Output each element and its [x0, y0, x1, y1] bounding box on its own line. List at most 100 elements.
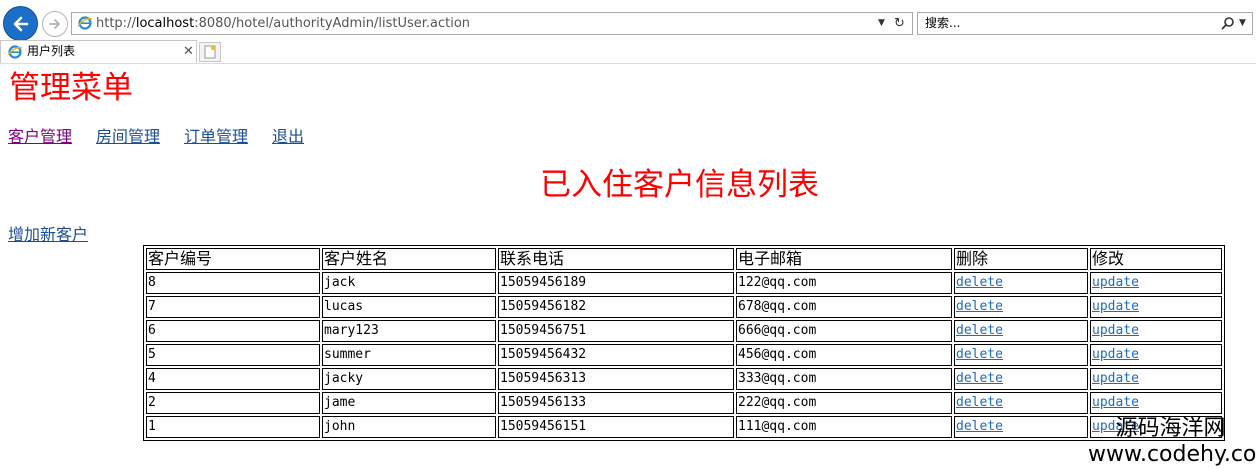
cell-id: 2 [146, 392, 320, 414]
update-cell: update [1090, 320, 1222, 342]
address-bar[interactable]: http://localhost:8080/hotel/authorityAdm… [71, 12, 913, 35]
forward-button[interactable] [42, 11, 68, 37]
watermark-cn: 源码海洋网 [1115, 416, 1226, 441]
delete-link[interactable]: delete [956, 419, 1003, 434]
nav-order-management[interactable]: 订单管理 [184, 127, 248, 147]
update-cell: update [1090, 368, 1222, 390]
cell-email: 333@qq.com [736, 368, 952, 390]
update-cell: update [1090, 272, 1222, 294]
cell-email: 456@qq.com [736, 344, 952, 366]
cell-id: 1 [146, 416, 320, 438]
back-arrow-icon [13, 16, 28, 31]
search-input[interactable]: 搜索... [925, 13, 960, 34]
menu-title: 管理菜单 [9, 70, 133, 106]
delete-link[interactable]: delete [956, 347, 1003, 362]
close-icon[interactable]: ✕ [183, 41, 194, 62]
delete-link[interactable]: delete [956, 275, 1003, 290]
ie-tab-icon [7, 45, 23, 59]
nav-logout[interactable]: 退出 [272, 127, 304, 147]
table-row: 7 lucas 15059456182 678@qq.com delete update [146, 296, 1222, 318]
cell-name: jacky [322, 368, 496, 390]
delete-cell: delete [954, 368, 1088, 390]
address-path: :8080/hotel/authorityAdmin/listUser.acti… [194, 16, 471, 31]
cell-phone: 15059456313 [498, 368, 734, 390]
cell-phone: 15059456751 [498, 320, 734, 342]
new-tab-icon [204, 45, 216, 59]
delete-cell: delete [954, 344, 1088, 366]
watermark-url: www.codehy.com [1088, 442, 1256, 467]
header-phone: 联系电话 [498, 248, 734, 270]
list-title: 已入住客户信息列表 [540, 167, 819, 203]
cell-email: 111@qq.com [736, 416, 952, 438]
cell-id: 6 [146, 320, 320, 342]
delete-cell: delete [954, 296, 1088, 318]
cell-email: 678@qq.com [736, 296, 952, 318]
cell-name: jack [322, 272, 496, 294]
table-body: 8 jack 15059456189 122@qq.com delete update 7 l… [146, 272, 1222, 438]
cell-id: 5 [146, 344, 320, 366]
refresh-icon[interactable]: ↻ [894, 13, 905, 34]
cell-phone: 15059456133 [498, 392, 734, 414]
table-row: 4 jacky 15059456313 333@qq.com delete update [146, 368, 1222, 390]
nav-room-management[interactable]: 房间管理 [96, 127, 160, 147]
search-icon[interactable] [1220, 16, 1235, 31]
cell-id: 4 [146, 368, 320, 390]
cell-phone: 15059456151 [498, 416, 734, 438]
address-host: localhost [135, 16, 195, 31]
header-email: 电子邮箱 [736, 248, 952, 270]
browser-chrome: http://localhost:8080/hotel/authorityAdm… [0, 0, 1256, 64]
table-row: 2 jame 15059456133 222@qq.com delete update [146, 392, 1222, 414]
search-bar[interactable]: 搜索... ▼ [917, 12, 1253, 35]
tab-user-list[interactable]: 用户列表 ✕ [0, 40, 197, 63]
delete-link[interactable]: delete [956, 323, 1003, 338]
update-link[interactable]: update [1092, 275, 1139, 290]
cell-phone: 15059456432 [498, 344, 734, 366]
update-cell: update [1090, 344, 1222, 366]
delete-cell: delete [954, 272, 1088, 294]
update-link[interactable]: update [1092, 299, 1139, 314]
cell-email: 222@qq.com [736, 392, 952, 414]
tab-title: 用户列表 [27, 44, 76, 58]
header-id: 客户编号 [146, 248, 320, 270]
table-row: 6 mary123 15059456751 666@qq.com delete updat… [146, 320, 1222, 342]
table-header-row: 客户编号 客户姓名 联系电话 电子邮箱 删除 修改 [146, 248, 1222, 270]
update-link[interactable]: update [1092, 347, 1139, 362]
customer-table: 客户编号 客户姓名 联系电话 电子邮箱 删除 修改 8 jack 150594561… [143, 245, 1225, 441]
cell-name: lucas [322, 296, 496, 318]
delete-link[interactable]: delete [956, 395, 1003, 410]
ie-page-icon [77, 16, 93, 30]
forward-arrow-icon [49, 19, 60, 29]
update-cell: update [1090, 392, 1222, 414]
cell-phone: 15059456182 [498, 296, 734, 318]
address-text[interactable]: http://localhost:8080/hotel/authorityAdm… [96, 13, 470, 34]
table-row: 8 jack 15059456189 122@qq.com delete update [146, 272, 1222, 294]
delete-cell: delete [954, 392, 1088, 414]
cell-name: jame [322, 392, 496, 414]
cell-name: summer [322, 344, 496, 366]
nav-customer-management[interactable]: 客户管理 [8, 127, 72, 147]
address-dropdown-icon[interactable]: ▼ [878, 13, 885, 34]
cell-email: 122@qq.com [736, 272, 952, 294]
cell-name: mary123 [322, 320, 496, 342]
address-scheme: http:// [96, 16, 136, 31]
delete-cell: delete [954, 320, 1088, 342]
delete-link[interactable]: delete [956, 371, 1003, 386]
delete-link[interactable]: delete [956, 299, 1003, 314]
cell-email: 666@qq.com [736, 320, 952, 342]
back-button[interactable] [3, 6, 38, 41]
header-name: 客户姓名 [322, 248, 496, 270]
new-tab-button[interactable] [199, 42, 221, 62]
cell-id: 8 [146, 272, 320, 294]
update-link[interactable]: update [1092, 395, 1139, 410]
table-row: 5 summer 15059456432 456@qq.com delete update [146, 344, 1222, 366]
update-link[interactable]: update [1092, 323, 1139, 338]
watermark: 源码海洋网 www.codehy.com [1088, 416, 1256, 468]
update-cell: update [1090, 296, 1222, 318]
add-customer-link[interactable]: 增加新客户 [8, 225, 88, 245]
table-row: 1 john 15059456151 111@qq.com delete update [146, 416, 1222, 438]
update-link[interactable]: update [1092, 371, 1139, 386]
cell-phone: 15059456189 [498, 272, 734, 294]
search-dropdown-icon[interactable]: ▼ [1239, 13, 1246, 34]
delete-cell: delete [954, 416, 1088, 438]
cell-id: 7 [146, 296, 320, 318]
